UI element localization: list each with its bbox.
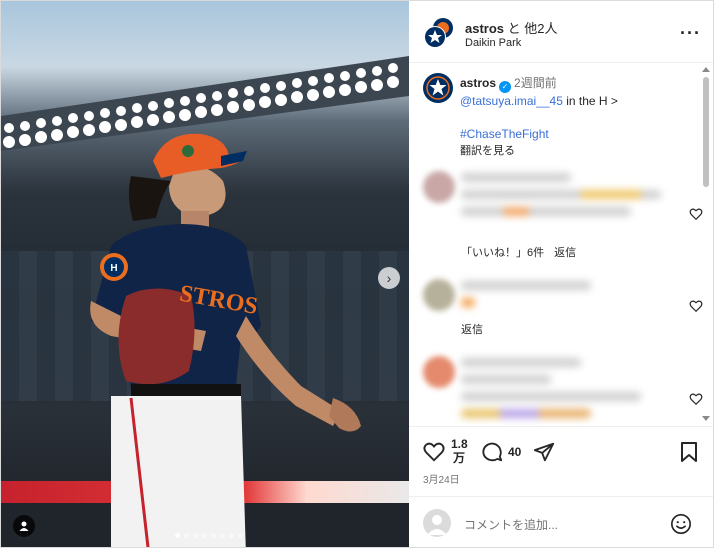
caption-hashtag[interactable]: #ChaseTheFight [460,126,700,142]
more-options-icon[interactable]: ··· [680,23,701,44]
default-user-icon [427,515,447,535]
post-photo[interactable]: H STROS › [1,1,409,547]
post-actions: 1.8 万 40 3月24日 [409,426,713,496]
verified-badge-icon: ✓ [499,81,512,93]
like-count[interactable]: 1.8 万 [451,437,468,465]
comment-actions: 「いいね！」6件 返信 [461,244,586,260]
comment-item: 「いいね！」6件 返信 [423,171,703,261]
comment-text-blurred [461,358,681,426]
caption-username[interactable]: astros [460,76,496,90]
translate-link[interactable]: 翻訳を見る [460,143,700,159]
smiley-icon[interactable] [670,513,692,535]
carousel-dot [238,533,243,538]
reply-link[interactable]: 返信 [554,247,576,259]
reply-link[interactable]: 返信 [461,324,483,336]
post-modal: H STROS › astros と 他2人 Daikin Park ··· a… [0,0,714,548]
post-date[interactable]: 3月24日 [423,471,460,486]
caption-mention[interactable]: @tatsuya.imai__45 [460,94,563,108]
carousel-dot [175,533,180,538]
header-title[interactable]: astros と 他2人 [465,18,558,37]
comment-actions: 返信 [461,321,493,337]
caption-text: in the H > [562,94,618,108]
like-count-unit[interactable]: 万 [453,451,465,465]
comment-bubble-icon[interactable] [481,441,503,463]
chevron-right-icon: › [386,270,392,286]
comment-likes[interactable]: 「いいね！」6件 [461,247,544,259]
header-location[interactable]: Daikin Park [465,37,521,49]
comment-item: 返信 [423,279,703,339]
comment-avatar[interactable] [423,356,455,388]
collab-avatars[interactable] [423,17,455,49]
like-count-number[interactable]: 1.8 [451,437,468,451]
heart-icon[interactable] [423,441,445,463]
scroll-thumb[interactable] [703,77,709,187]
bookmark-icon[interactable] [679,441,699,463]
tagged-users-button[interactable] [13,515,35,537]
comment-input[interactable]: コメントを追加... [464,516,558,533]
header-username[interactable]: astros [465,21,504,36]
carousel-dot [202,533,207,538]
carousel-dot [193,533,198,538]
carousel-dot [229,533,234,538]
comment-count[interactable]: 40 [508,445,521,459]
add-comment-bar: コメントを追加... [409,496,713,547]
caption-time[interactable]: 2週間前 [514,76,557,90]
player-figure: H STROS [90,133,361,547]
comment-item [423,356,703,422]
paper-plane-icon[interactable] [533,441,555,463]
carousel-dot [220,533,225,538]
carousel-dot [211,533,216,538]
comments-scrollbar[interactable] [700,63,712,425]
carousel-dot [184,533,189,538]
next-image-button[interactable]: › [378,267,400,289]
comment-text-blurred [461,173,681,224]
scroll-up-arrow-icon[interactable] [702,67,710,72]
scroll-down-arrow-icon[interactable] [702,416,710,421]
post-sidebar: astros と 他2人 Daikin Park ··· astros ✓ 2週間前… [409,1,713,547]
comment-text-blurred [461,281,681,315]
comment-avatar[interactable] [423,171,455,203]
person-icon [19,521,29,531]
header-collab-suffix[interactable]: と 他2人 [504,21,558,36]
svg-text:H: H [110,263,117,274]
post-caption: astros ✓ 2週間前 @tatsuya.imai__45 in the H >… [460,75,700,159]
current-user-avatar[interactable] [423,509,451,537]
post-header: astros と 他2人 Daikin Park ··· [409,1,713,63]
caption-avatar[interactable] [423,73,453,103]
comment-avatar[interactable] [423,279,455,311]
carousel-dots [175,533,243,538]
